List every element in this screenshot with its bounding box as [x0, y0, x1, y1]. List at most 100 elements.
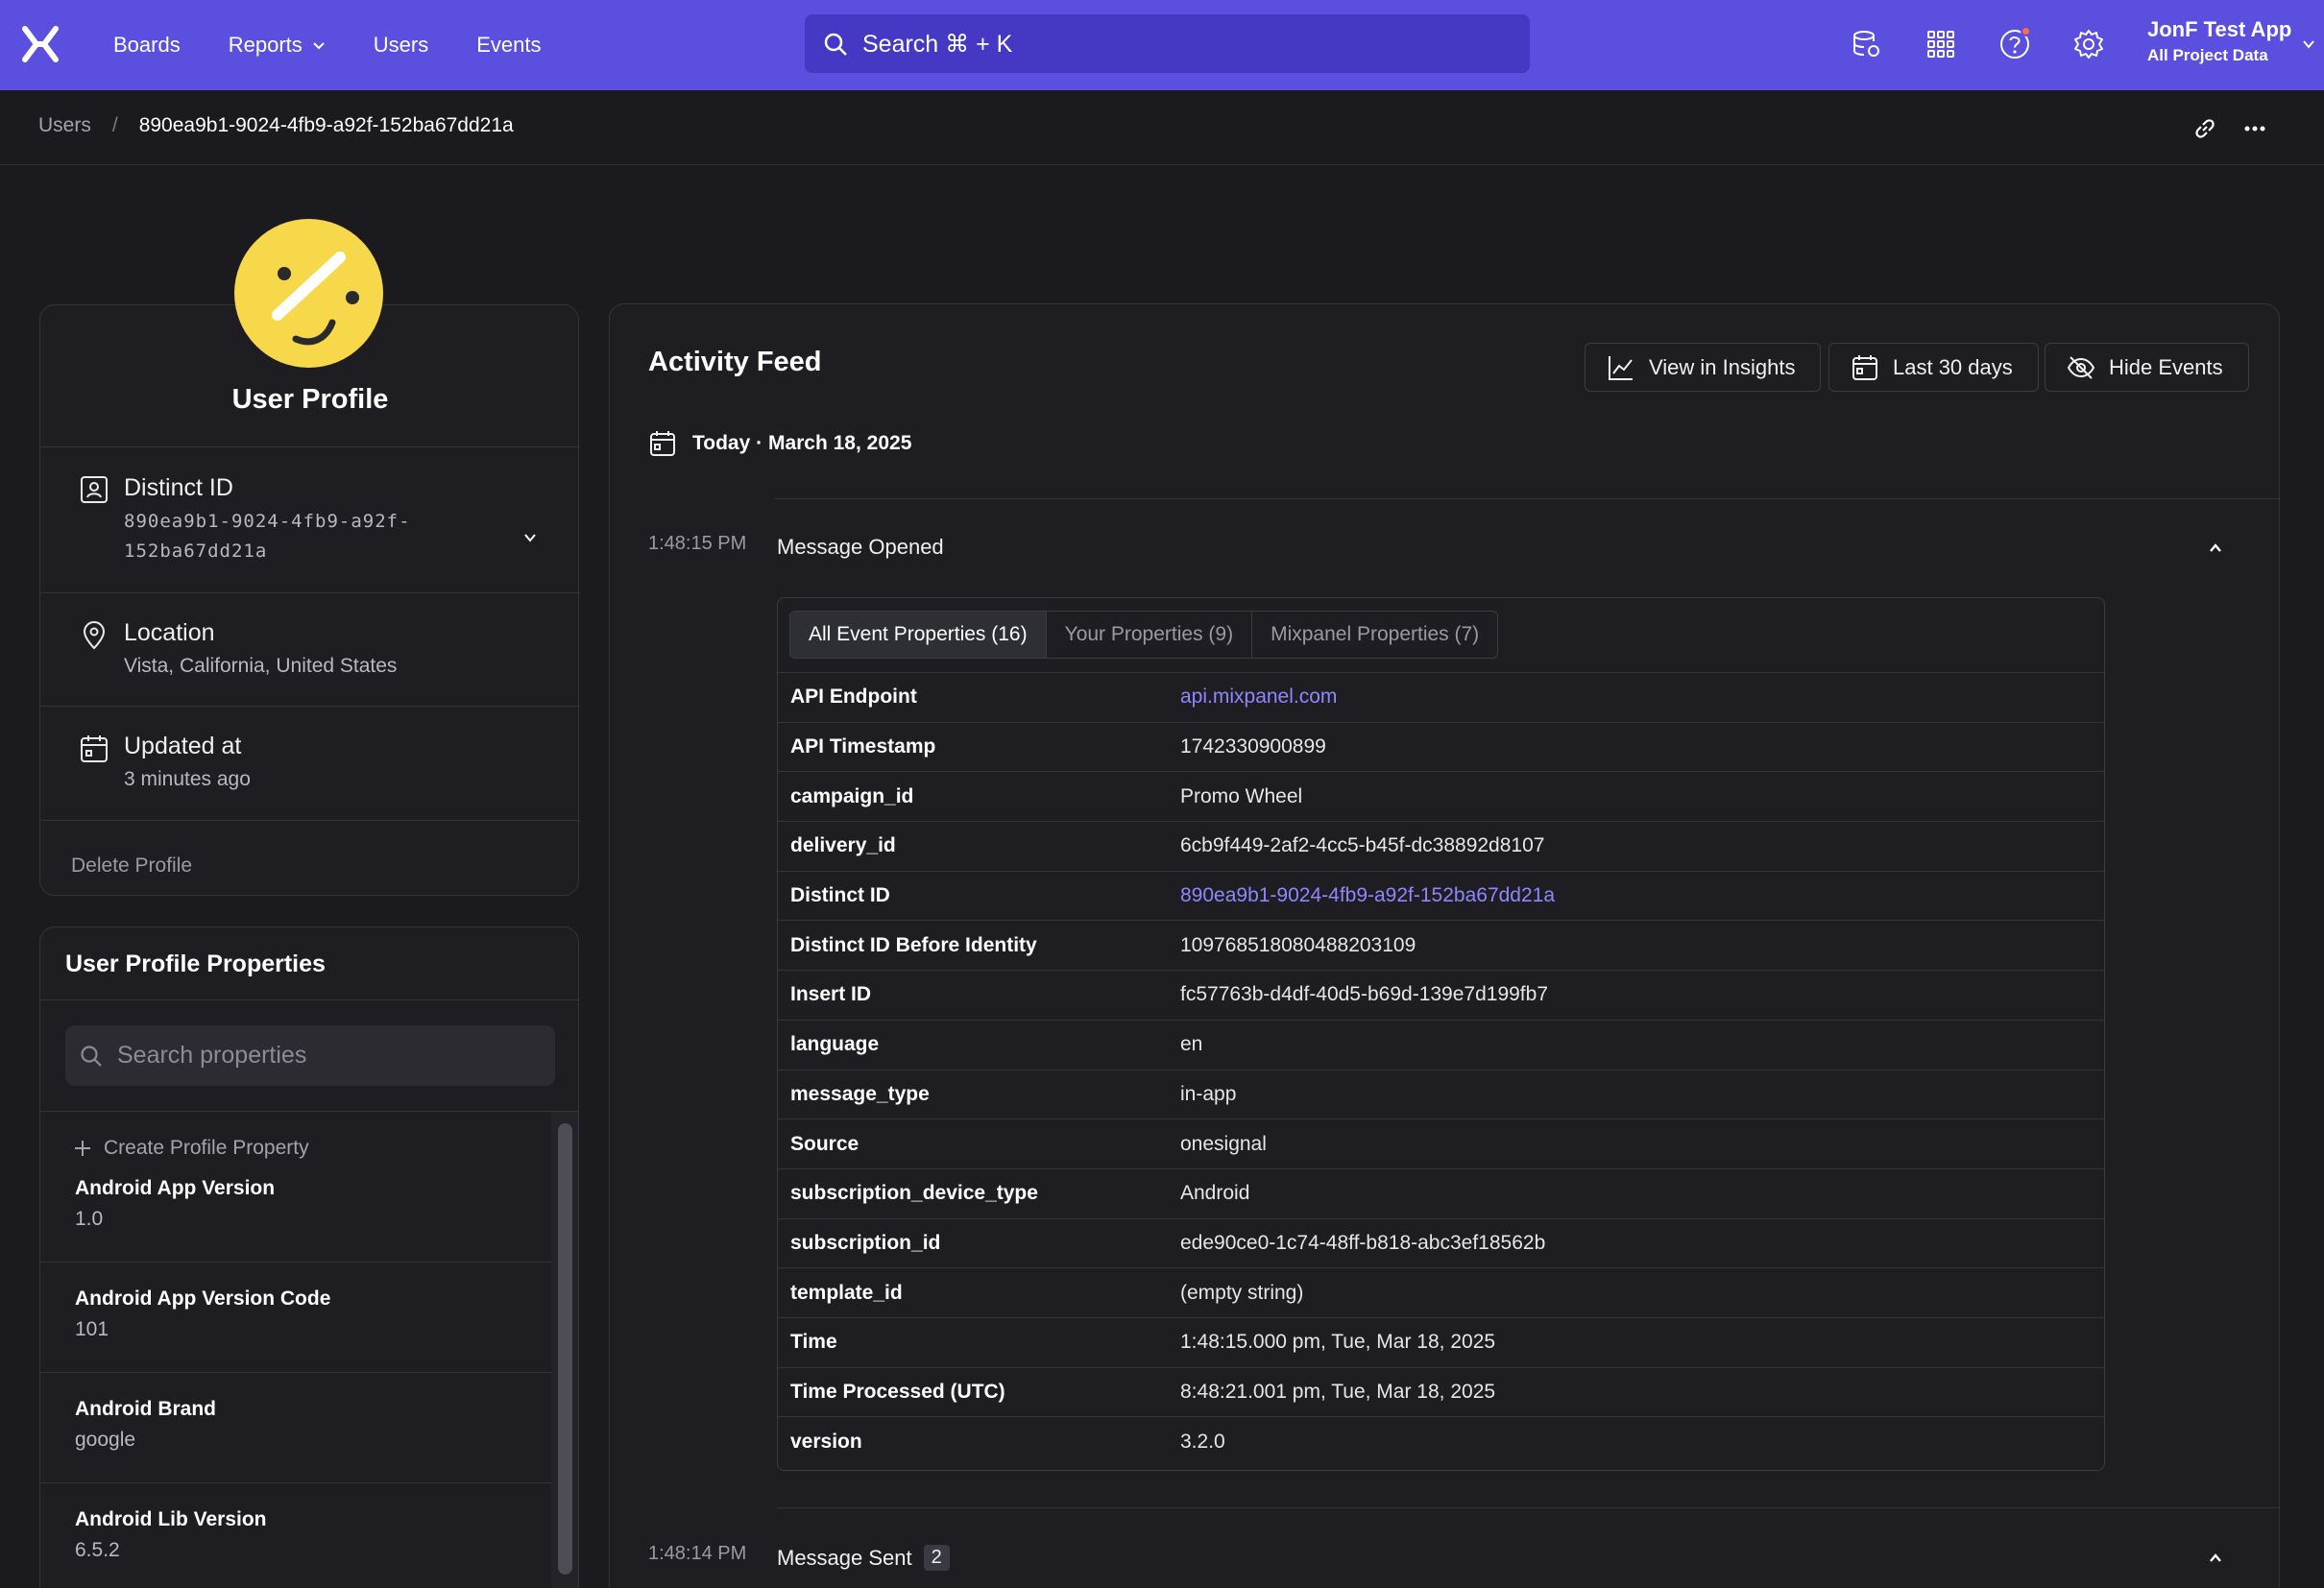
property-item[interactable]: Android App Version Code 101	[40, 1263, 551, 1373]
property-key: Source	[790, 1132, 859, 1155]
event-time: 1:48:15 PM	[648, 533, 747, 554]
property-tabs: All Event Properties (16) Your Propertie…	[789, 611, 1499, 659]
property-value: (empty string)	[1180, 1281, 1304, 1304]
property-row: version 3.2.0	[778, 1416, 2104, 1466]
location-row: Location Vista, California, United State…	[40, 592, 580, 706]
breadcrumb-bar: Users / 890ea9b1-9024-4fb9-a92f-152ba67d…	[0, 90, 2324, 165]
properties-title: User Profile Properties	[65, 950, 326, 977]
nav-events[interactable]: Events	[476, 33, 541, 58]
properties-search[interactable]	[65, 1025, 555, 1086]
property-value: google	[75, 1429, 136, 1451]
property-key: Distinct ID Before Identity	[790, 933, 1037, 956]
property-key: API Timestamp	[790, 735, 936, 758]
property-row: Distinct ID Before Identity 1097685180804…	[778, 920, 2104, 970]
more-options-icon[interactable]	[2239, 113, 2270, 144]
nav-icons	[1848, 25, 2143, 63]
property-row: campaign_id Promo Wheel	[778, 771, 2104, 821]
event-name: Message Opened	[777, 535, 944, 559]
hide-events-button[interactable]: Hide Events	[2045, 343, 2249, 392]
activity-feed-card: Activity Feed View in Insights Last 30 d…	[609, 303, 2280, 1588]
delete-profile-button[interactable]: Delete Profile	[71, 854, 192, 878]
property-name: Android App Version Code	[75, 1287, 331, 1310]
global-search[interactable]: Search ⌘ + K	[805, 14, 1530, 73]
property-value: onesignal	[1180, 1132, 1267, 1155]
event-row[interactable]: Message Sent 2	[777, 1545, 950, 1571]
date-range-button[interactable]: Last 30 days	[1828, 343, 2039, 392]
property-value: Promo Wheel	[1180, 784, 1303, 807]
search-icon	[822, 31, 862, 58]
data-settings-icon[interactable]	[1848, 25, 1886, 63]
property-value: 3.2.0	[1180, 1430, 1225, 1453]
chevron-up-icon[interactable]	[2208, 1551, 2223, 1566]
distinct-id-row[interactable]: Distinct ID 890ea9b1-9024-4fb9-a92f-152b…	[40, 446, 580, 592]
property-key: subscription_id	[790, 1231, 941, 1254]
avatar	[234, 219, 383, 368]
property-value: 1742330900899	[1180, 735, 1326, 758]
search-properties-input[interactable]	[117, 1042, 540, 1070]
property-value-link[interactable]: 890ea9b1-9024-4fb9-a92f-152ba67dd21a	[1180, 884, 1555, 907]
property-name: Android Brand	[75, 1398, 216, 1420]
property-row: Time Processed (UTC) 8:48:21.001 pm, Tue,…	[778, 1366, 2104, 1417]
property-value: in-app	[1180, 1082, 1237, 1105]
scrollbar-thumb[interactable]	[558, 1123, 572, 1575]
help-icon[interactable]	[1996, 25, 2034, 63]
tab-mixpanel-properties[interactable]: Mixpanel Properties (7)	[1252, 612, 1497, 658]
tab-all-event-properties[interactable]: All Event Properties (16)	[790, 612, 1047, 658]
property-key: Distinct ID	[790, 884, 890, 907]
calendar-icon	[79, 734, 109, 764]
property-key: Time Processed (UTC)	[790, 1380, 1005, 1403]
divider	[40, 1111, 578, 1112]
account-switcher[interactable]: JonF Test App All Project Data	[2147, 17, 2291, 65]
chevron-up-icon[interactable]	[2208, 541, 2223, 556]
nav-links: Boards Reports Users Events	[113, 0, 589, 90]
properties-scrollbar[interactable]	[551, 1112, 578, 1588]
date-label: Today · March 18, 2025	[692, 432, 912, 454]
profile-title: User Profile	[231, 384, 389, 415]
distinct-id-value: 890ea9b1-9024-4fb9-a92f-152ba67dd21a	[124, 511, 411, 562]
property-key: delivery_id	[790, 834, 896, 857]
breadcrumb-users-link[interactable]: Users	[38, 114, 91, 137]
activity-feed-title: Activity Feed	[648, 347, 822, 377]
property-value: 6.5.2	[75, 1539, 120, 1561]
tab-your-properties[interactable]: Your Properties (9)	[1047, 612, 1253, 658]
event-row[interactable]: Message Opened	[777, 535, 944, 560]
chevron-down-icon[interactable]	[522, 530, 538, 545]
nav-boards[interactable]: Boards	[113, 33, 181, 58]
property-row: Insert ID fc57763b-d4df-40d5-b69d-139e7d1…	[778, 970, 2104, 1020]
event-name: Message Sent	[777, 1545, 912, 1570]
gear-icon[interactable]	[2070, 25, 2108, 63]
updated-at-label: Updated at	[124, 733, 242, 759]
mixpanel-logo-icon[interactable]	[21, 25, 60, 63]
property-row: template_id (empty string)	[778, 1267, 2104, 1317]
event-properties-panel: All Event Properties (16) Your Propertie…	[777, 597, 2105, 1471]
nav-users[interactable]: Users	[374, 33, 428, 58]
property-key: campaign_id	[790, 784, 914, 807]
property-item[interactable]: Android Brand google	[40, 1373, 551, 1483]
account-name: JonF Test App	[2147, 17, 2292, 41]
profile-properties-card: User Profile Properties Create Profile P…	[39, 926, 579, 1588]
property-row: API Timestamp 1742330900899	[778, 721, 2104, 772]
chevron-down-icon[interactable]	[2301, 36, 2316, 52]
top-nav: Boards Reports Users Events Search ⌘ + K	[0, 0, 2324, 90]
divider	[40, 999, 578, 1000]
property-value: en	[1180, 1033, 1203, 1056]
property-item[interactable]: Android App Version 1.0	[40, 1152, 551, 1263]
property-row: API Endpoint api.mixpanel.com	[778, 672, 2104, 722]
copy-link-icon[interactable]	[2190, 113, 2220, 144]
property-value: ede90ce0-1c74-48ff-b818-abc3ef18562b	[1180, 1231, 1546, 1254]
updated-at-row: Updated at 3 minutes ago	[40, 706, 580, 820]
breadcrumb-actions	[2190, 113, 2289, 144]
search-label: Search ⌘ + K	[862, 30, 1013, 58]
property-key: message_type	[790, 1082, 930, 1105]
breadcrumb: Users / 890ea9b1-9024-4fb9-a92f-152ba67d…	[38, 114, 514, 137]
property-row: Time 1:48:15.000 pm, Tue, Mar 18, 2025	[778, 1316, 2104, 1367]
property-value-link[interactable]: api.mixpanel.com	[1180, 686, 1337, 709]
property-row: message_type in-app	[778, 1069, 2104, 1119]
calendar-icon	[648, 429, 692, 458]
property-value: 8:48:21.001 pm, Tue, Mar 18, 2025	[1180, 1380, 1496, 1403]
property-key: version	[790, 1430, 862, 1453]
view-in-insights-button[interactable]: View in Insights	[1585, 343, 1822, 392]
nav-reports[interactable]: Reports	[229, 33, 326, 58]
apps-grid-icon[interactable]	[1922, 25, 1960, 63]
property-item[interactable]: Android Lib Version 6.5.2	[40, 1483, 551, 1588]
